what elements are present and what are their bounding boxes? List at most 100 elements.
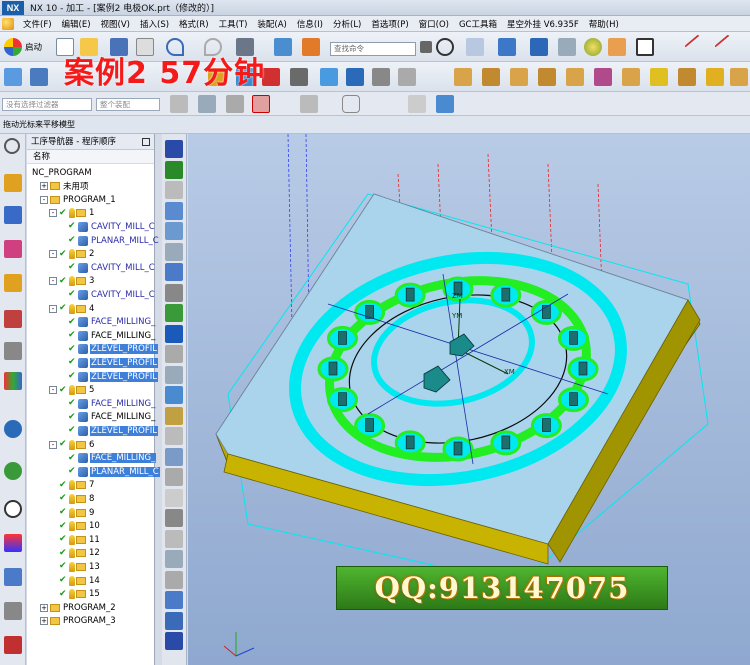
operation-tool-icon[interactable] [165, 283, 183, 302]
tree-row[interactable]: - ✔ 5 [49, 384, 95, 397]
view-cube-icon[interactable] [498, 38, 516, 56]
expand-toggle-icon[interactable]: - [49, 440, 57, 449]
operation-tool-icon[interactable] [165, 263, 183, 281]
tree-row[interactable]: ✔ 9 [49, 506, 95, 519]
view-blue-icon[interactable] [436, 95, 454, 113]
tree-row[interactable]: - ✔ 4 [49, 302, 95, 315]
wireframe-icon[interactable] [558, 38, 576, 56]
block-h-icon[interactable] [650, 68, 668, 86]
operation-tool-icon[interactable] [165, 611, 183, 630]
menu-item[interactable]: 文件(F) [18, 18, 57, 30]
expand-toggle-icon[interactable]: - [49, 304, 57, 313]
expand-toggle-icon[interactable]: - [49, 386, 57, 395]
view-icon[interactable] [408, 95, 426, 113]
block-b-icon[interactable] [482, 68, 500, 86]
clock-icon[interactable] [398, 68, 416, 86]
block-j-icon[interactable] [706, 68, 724, 86]
tree-row[interactable]: ✔ 10 [49, 520, 101, 533]
search-input[interactable]: 查找命令 [330, 42, 416, 56]
operation-tool-icon[interactable] [165, 570, 183, 589]
edit-section-icon[interactable] [608, 38, 626, 56]
tree-row[interactable]: ✔ CAVITY_MILL_C [58, 220, 156, 233]
render-sphere-icon[interactable] [584, 38, 602, 56]
tree-row[interactable]: ✔ ZLEVEL_PROFIL [58, 424, 158, 437]
window-icon[interactable] [274, 38, 292, 56]
snap-point-icon[interactable] [252, 95, 270, 113]
menu-item[interactable]: 编辑(E) [57, 18, 96, 30]
expand-toggle-icon[interactable]: + [40, 603, 48, 612]
menu-item[interactable]: 帮助(H) [584, 18, 624, 30]
block-e-icon[interactable] [566, 68, 584, 86]
operation-tool-icon[interactable] [165, 468, 183, 486]
tool-icon[interactable] [302, 38, 320, 56]
menu-item[interactable]: 信息(I) [292, 18, 328, 30]
operation-tool-icon[interactable] [165, 222, 183, 240]
assembly-nav-icon[interactable] [4, 310, 22, 328]
tree-row[interactable]: ✔ 8 [49, 492, 95, 505]
background-icon[interactable] [636, 38, 654, 56]
machine-tool-icon[interactable] [4, 206, 22, 224]
operation-tool-icon[interactable] [165, 488, 183, 507]
menu-item[interactable]: 格式(R) [174, 18, 214, 30]
operation-tool-icon[interactable] [165, 427, 183, 445]
operation-tool-icon[interactable] [165, 201, 183, 220]
geometry-icon[interactable] [4, 240, 22, 258]
tree-row[interactable]: ✔ 11 [49, 533, 101, 546]
shaded-cube-icon[interactable] [530, 38, 548, 56]
menu-item[interactable]: 首选项(P) [366, 18, 413, 30]
expand-toggle-icon[interactable]: - [40, 195, 48, 204]
tree-row[interactable]: ✔ FACE_MILLING_ [58, 329, 156, 342]
line-icon[interactable] [684, 34, 710, 60]
menu-item[interactable]: GC工具箱 [454, 18, 502, 30]
tree-row[interactable]: ✔ CAVITY_MILL_C [58, 288, 156, 301]
palette-icon[interactable] [4, 534, 22, 552]
operation-tool-icon[interactable] [165, 386, 183, 404]
tree-row[interactable]: ✔ 12 [49, 547, 101, 560]
menu-item[interactable]: 分析(L) [328, 18, 366, 30]
block-c-icon[interactable] [510, 68, 528, 86]
tree-row[interactable]: ✔ 15 [49, 588, 101, 601]
select-all-icon[interactable] [170, 95, 188, 113]
create-tool-icon[interactable] [30, 68, 48, 86]
program-order-icon[interactable] [4, 174, 22, 192]
shop-doc-icon[interactable] [290, 68, 308, 86]
tree-row[interactable]: ✔ PLANAR_MILL_C [58, 234, 160, 247]
tree-row[interactable]: ✔ FACE_MILLING_ [58, 316, 156, 329]
library-icon[interactable] [4, 372, 22, 390]
system-icon[interactable] [4, 636, 22, 654]
tools-nav-icon[interactable] [4, 602, 22, 620]
operation-tool-icon[interactable] [165, 632, 183, 650]
block-g-icon[interactable] [622, 68, 640, 86]
select-icon[interactable] [198, 95, 216, 113]
menu-item[interactable]: 装配(A) [252, 18, 291, 30]
expand-toggle-icon[interactable]: + [40, 617, 48, 626]
menu-item[interactable]: 视图(V) [96, 18, 135, 30]
operation-tool-icon[interactable] [165, 324, 183, 343]
zoom-icon[interactable] [466, 38, 484, 56]
tree-row[interactable]: - ✔ 2 [49, 248, 95, 261]
assembly-scope-select[interactable]: 整个装配 [96, 98, 160, 111]
operation-tool-icon[interactable] [165, 242, 183, 261]
display-icon[interactable] [320, 68, 338, 86]
hexagon-icon[interactable] [342, 95, 360, 113]
snap-end-icon[interactable] [300, 95, 318, 113]
menu-item[interactable]: 星空外挂 V6.935F [502, 18, 584, 30]
tree-row[interactable]: - ✔ 1 [49, 207, 95, 220]
gear-icon[interactable] [4, 138, 20, 154]
tree-row[interactable]: - ✔ 3 [49, 275, 95, 288]
tree-row[interactable]: ✔ 14 [49, 574, 101, 587]
tree-row[interactable]: + 未用项 [40, 180, 90, 193]
operation-tool-icon[interactable] [165, 181, 183, 199]
tree-row[interactable]: - PROGRAM_1 [40, 193, 117, 206]
operation-tool-icon[interactable] [165, 140, 183, 158]
start-button[interactable]: 启动 [4, 38, 42, 56]
menu-item[interactable]: 工具(T) [214, 18, 253, 30]
tree-row[interactable]: ✔ ZLEVEL_PROFIL [58, 370, 158, 383]
tree-row[interactable]: ✔ ZLEVEL_PROFIL [58, 356, 158, 369]
expand-toggle-icon[interactable]: + [40, 182, 48, 191]
tree-row[interactable]: ✔ FACE_MILLING_ [58, 397, 156, 410]
line2-icon[interactable] [714, 34, 740, 60]
app-menu-icon[interactable] [2, 17, 14, 30]
expand-toggle-icon[interactable]: - [49, 277, 57, 286]
expand-toggle-icon[interactable]: - [49, 209, 57, 218]
